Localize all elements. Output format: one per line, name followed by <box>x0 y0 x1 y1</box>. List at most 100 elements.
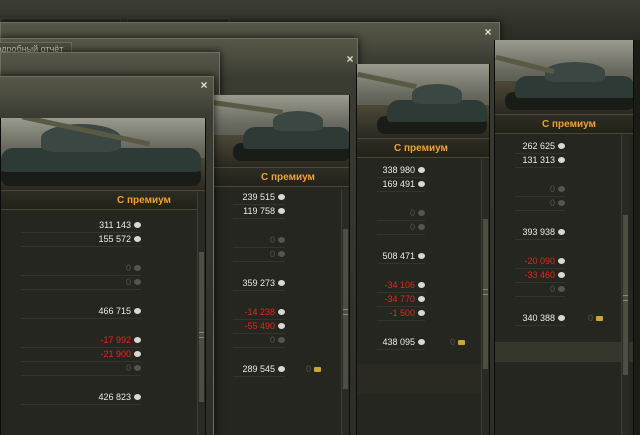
results-panel-2: С премиум 239 515 119 758 0 0 359 273 -14 238… <box>212 95 350 435</box>
credit-value: 119 758 <box>243 206 275 216</box>
gold-icon <box>596 316 603 321</box>
silver-coin-icon <box>278 237 285 243</box>
silver-coin-icon <box>418 296 425 302</box>
value-row: -34 770 <box>357 293 425 307</box>
value-row: 0 <box>1 276 141 290</box>
gold-icon <box>314 367 321 372</box>
credit-value: 311 143 <box>99 220 131 230</box>
gold-value: 0 <box>587 313 593 323</box>
value-row: 131 313 <box>495 154 565 168</box>
credit-value: -21 900 <box>100 349 131 359</box>
credit-value: 0 <box>269 335 275 345</box>
value-row: 0 <box>213 234 285 248</box>
silver-coin-icon <box>558 200 565 206</box>
results-panel-1: С премиум 311 143 155 572 0 0 466 715 -17 992… <box>0 118 206 435</box>
close-icon[interactable]: × <box>344 53 356 65</box>
credit-value: 426 823 <box>98 392 131 402</box>
scrollbar[interactable] <box>341 189 349 435</box>
silver-coin-icon <box>558 229 565 235</box>
credit-value: 393 938 <box>522 227 555 237</box>
value-row: 169 491 <box>357 178 425 192</box>
credit-value: -33 460 <box>524 270 555 280</box>
silver-coin-icon <box>134 394 141 400</box>
scrollbar[interactable] <box>621 135 629 435</box>
scrollbar[interactable] <box>197 192 205 435</box>
credit-value: 131 313 <box>522 155 555 165</box>
results-panel-4: С премиум 262 625 131 313 0 0 393 938 -20 090… <box>494 40 634 435</box>
credit-value: 0 <box>269 235 275 245</box>
close-icon[interactable]: × <box>198 79 210 91</box>
credit-value: 0 <box>549 184 555 194</box>
silver-coin-icon <box>418 282 425 288</box>
silver-coin-icon <box>134 337 141 343</box>
value-row: -55 490 <box>213 320 285 334</box>
silver-coin-icon <box>278 280 285 286</box>
gold-row: 0 <box>495 312 603 326</box>
credit-value: 0 <box>549 198 555 208</box>
close-icon[interactable]: × <box>482 26 494 38</box>
credit-value: 169 491 <box>382 179 415 189</box>
silver-coin-icon <box>278 208 285 214</box>
value-row: 0 <box>213 334 285 348</box>
value-row: 0 <box>1 362 141 376</box>
silver-coin-icon <box>558 272 565 278</box>
value-row: 426 823 <box>1 391 141 405</box>
silver-coin-icon <box>558 143 565 149</box>
value-row: 338 980 <box>357 164 425 178</box>
gold-row: 0 <box>213 363 321 377</box>
silver-coin-icon <box>134 279 141 285</box>
credit-value: 0 <box>549 284 555 294</box>
value-row: -34 106 <box>357 279 425 293</box>
value-row: -21 900 <box>1 348 141 362</box>
silver-coin-icon <box>278 323 285 329</box>
silver-coin-icon <box>278 194 285 200</box>
value-row: 0 <box>357 221 425 235</box>
silver-coin-icon <box>134 365 141 371</box>
value-row: 466 715 <box>1 305 141 319</box>
credit-value: -1 500 <box>389 308 415 318</box>
scrollbar[interactable] <box>481 159 489 435</box>
premium-header: С премиум <box>213 167 349 187</box>
credit-value: -34 770 <box>384 294 415 304</box>
silver-coin-icon <box>418 181 425 187</box>
premium-header: С премиум <box>357 138 489 158</box>
credit-value: 508 471 <box>382 251 415 261</box>
value-row: 0 <box>495 183 565 197</box>
silver-coin-icon <box>134 236 141 242</box>
silver-coin-icon <box>558 258 565 264</box>
value-row: 359 273 <box>213 277 285 291</box>
credit-value: 0 <box>409 222 415 232</box>
credit-value: 0 <box>125 363 131 373</box>
gold-row: 0 <box>357 336 465 350</box>
value-row: 0 <box>213 248 285 262</box>
value-row: 0 <box>495 283 565 297</box>
silver-coin-icon <box>418 310 425 316</box>
value-row: 311 143 <box>1 219 141 233</box>
silver-coin-icon <box>558 286 565 292</box>
results-panel-3: С премиум 338 980 169 491 0 0 508 471 -34 106… <box>356 64 490 435</box>
silver-coin-icon <box>134 308 141 314</box>
value-row: 239 515 <box>213 191 285 205</box>
credit-value: -20 090 <box>524 256 555 266</box>
gold-icon <box>458 340 465 345</box>
tank-image <box>1 118 205 190</box>
credit-value: 359 273 <box>242 278 275 288</box>
silver-coin-icon <box>134 222 141 228</box>
silver-coin-icon <box>418 167 425 173</box>
value-row: 0 <box>1 262 141 276</box>
value-row: -20 090 <box>495 255 565 269</box>
silver-coin-icon <box>134 265 141 271</box>
credit-value: 239 515 <box>242 192 275 202</box>
premium-header: С премиум <box>495 114 633 134</box>
value-row: -33 460 <box>495 269 565 283</box>
credit-value: 155 572 <box>98 234 131 244</box>
credit-value: -34 106 <box>384 280 415 290</box>
value-row: -14 238 <box>213 306 285 320</box>
silver-coin-icon <box>418 224 425 230</box>
silver-coin-icon <box>278 309 285 315</box>
value-row: 393 938 <box>495 226 565 240</box>
credit-value: 338 980 <box>382 165 415 175</box>
silver-coin-icon <box>418 253 425 259</box>
value-row: 0 <box>357 207 425 221</box>
credit-value: 466 715 <box>98 306 131 316</box>
